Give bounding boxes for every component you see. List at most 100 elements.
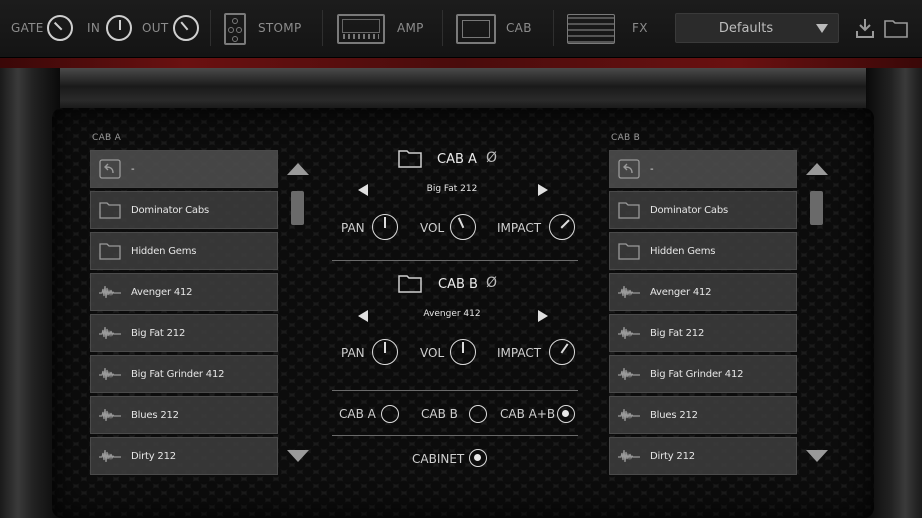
ir-list-item[interactable]: Dirty 212 bbox=[90, 437, 278, 475]
toolbar-divider bbox=[442, 10, 443, 46]
chevron-down-icon bbox=[816, 24, 828, 33]
cab-module-label[interactable]: CAB bbox=[506, 21, 532, 35]
cab-b-phase-toggle[interactable]: Ø bbox=[486, 275, 497, 291]
download-icon[interactable] bbox=[855, 17, 875, 39]
cabinet-toggle[interactable] bbox=[469, 449, 487, 467]
route-cab-b-label: CAB B bbox=[421, 407, 458, 421]
folder-icon bbox=[618, 241, 640, 261]
cab-b-impact-knob[interactable] bbox=[549, 339, 575, 365]
ir-list-item[interactable]: Avenger 412 bbox=[609, 273, 797, 311]
cab-b-folder-icon[interactable] bbox=[398, 273, 422, 293]
cab-module-icon[interactable] bbox=[456, 14, 496, 44]
ir-list-item[interactable]: Big Fat 212 bbox=[90, 314, 278, 352]
route-cab-a-radio[interactable] bbox=[381, 405, 399, 423]
list-item-label: Blues 212 bbox=[131, 410, 179, 421]
cab-a-scroll-up-icon[interactable] bbox=[287, 163, 309, 175]
cab-b-scroll-down-icon[interactable] bbox=[806, 450, 828, 462]
folder-icon bbox=[618, 200, 640, 220]
section-divider bbox=[332, 260, 578, 261]
folder-icon[interactable] bbox=[884, 18, 908, 38]
cab-b-next-icon[interactable] bbox=[538, 310, 548, 322]
cabinet-rail-left bbox=[0, 68, 60, 518]
gate-label: GATE bbox=[11, 21, 44, 35]
cab-a-phase-toggle[interactable]: Ø bbox=[486, 150, 497, 166]
output-knob[interactable] bbox=[173, 15, 199, 41]
cab-b-pan-label: PAN bbox=[341, 346, 365, 360]
folder-list-item[interactable]: Dominator Cabs bbox=[609, 191, 797, 229]
route-cab-a-label: CAB A bbox=[339, 407, 376, 421]
amp-module-icon[interactable] bbox=[337, 14, 385, 44]
cab-b-vol-knob[interactable] bbox=[450, 339, 476, 365]
route-cab-b-radio[interactable] bbox=[469, 405, 487, 423]
top-toolbar: GATE IN OUT STOMP AMP CAB FX Defaults bbox=[0, 0, 922, 58]
section-divider bbox=[332, 435, 578, 436]
cab-b-impact-label: IMPACT bbox=[497, 346, 542, 360]
cab-b-pan-knob[interactable] bbox=[372, 339, 398, 365]
list-item-label: Hidden Gems bbox=[131, 246, 197, 257]
input-knob[interactable] bbox=[106, 15, 132, 41]
stomp-module-icon[interactable] bbox=[224, 13, 246, 45]
cab-a-impact-knob[interactable] bbox=[549, 214, 575, 240]
waveform-icon bbox=[99, 323, 121, 343]
folder-list-item[interactable]: Dominator Cabs bbox=[90, 191, 278, 229]
list-item-label: Big Fat Grinder 412 bbox=[131, 369, 225, 380]
ir-list-item[interactable]: Big Fat Grinder 412 bbox=[90, 355, 278, 393]
cab-a-selected-ir: Big Fat 212 bbox=[426, 184, 478, 194]
ir-list-item[interactable]: Avenger 412 bbox=[90, 273, 278, 311]
cab-a-ir-list: - Dominator Cabs Hidden Gems Avenger 412 Big… bbox=[90, 150, 278, 478]
amp-module-label[interactable]: AMP bbox=[397, 21, 424, 35]
cab-a-vol-label: VOL bbox=[420, 221, 445, 235]
toolbar-divider bbox=[322, 10, 323, 46]
cab-b-scrollbar-thumb[interactable] bbox=[810, 191, 823, 225]
preset-dropdown[interactable]: Defaults bbox=[675, 13, 839, 43]
cab-a-prev-icon[interactable] bbox=[358, 184, 368, 196]
cab-a-folder-icon[interactable] bbox=[398, 148, 422, 168]
folder-icon bbox=[99, 241, 121, 261]
parent-folder-item[interactable]: - bbox=[609, 150, 797, 188]
ir-list-item[interactable]: Dirty 212 bbox=[609, 437, 797, 475]
cab-a-scroll-down-icon[interactable] bbox=[287, 450, 309, 462]
fx-module-icon[interactable] bbox=[567, 14, 615, 44]
gate-knob[interactable] bbox=[47, 15, 73, 41]
list-item-label: Hidden Gems bbox=[650, 246, 716, 257]
cab-b-selected-ir: Avenger 412 bbox=[423, 309, 481, 319]
ir-list-item[interactable]: Blues 212 bbox=[609, 396, 797, 434]
cab-b-vol-label: VOL bbox=[420, 346, 445, 360]
fx-module-label[interactable]: FX bbox=[632, 21, 648, 35]
ir-list-item[interactable]: Big Fat 212 bbox=[609, 314, 797, 352]
cab-a-scrollbar-thumb[interactable] bbox=[291, 191, 304, 225]
cab-a-pan-label: PAN bbox=[341, 221, 365, 235]
cab-a-impact-label: IMPACT bbox=[497, 221, 542, 235]
list-item-label: Big Fat 212 bbox=[650, 328, 705, 339]
cab-a-next-icon[interactable] bbox=[538, 184, 548, 196]
cab-b-prev-icon[interactable] bbox=[358, 310, 368, 322]
list-item-label: Big Fat Grinder 412 bbox=[650, 369, 744, 380]
waveform-icon bbox=[99, 446, 121, 466]
parent-folder-item[interactable]: - bbox=[90, 150, 278, 188]
cabinet-label: CABINET bbox=[412, 452, 465, 466]
cab-a-pan-knob[interactable] bbox=[372, 214, 398, 240]
ir-list-item[interactable]: Big Fat Grinder 412 bbox=[609, 355, 797, 393]
output-label: OUT bbox=[142, 21, 169, 35]
waveform-icon bbox=[618, 323, 640, 343]
list-item-label: Avenger 412 bbox=[650, 287, 712, 298]
folder-list-item[interactable]: Hidden Gems bbox=[609, 232, 797, 270]
cab-b-browser-label: CAB B bbox=[611, 133, 641, 143]
waveform-icon bbox=[618, 282, 640, 302]
list-item-label: Dominator Cabs bbox=[131, 205, 210, 216]
ir-list-item[interactable]: Blues 212 bbox=[90, 396, 278, 434]
waveform-icon bbox=[99, 405, 121, 425]
stomp-module-label[interactable]: STOMP bbox=[258, 21, 301, 35]
list-item-label: Big Fat 212 bbox=[131, 328, 186, 339]
preset-value: Defaults bbox=[718, 21, 774, 36]
cab-a-vol-knob[interactable] bbox=[450, 214, 476, 240]
route-cab-ab-label: CAB A+B bbox=[500, 407, 556, 421]
waveform-icon bbox=[618, 364, 640, 384]
cab-a-title: CAB A bbox=[437, 152, 477, 167]
cab-b-scroll-up-icon[interactable] bbox=[806, 163, 828, 175]
section-divider bbox=[332, 390, 578, 391]
route-cab-ab-radio[interactable] bbox=[557, 405, 575, 423]
waveform-icon bbox=[99, 364, 121, 384]
cabinet-rail-right bbox=[866, 68, 922, 518]
folder-list-item[interactable]: Hidden Gems bbox=[90, 232, 278, 270]
